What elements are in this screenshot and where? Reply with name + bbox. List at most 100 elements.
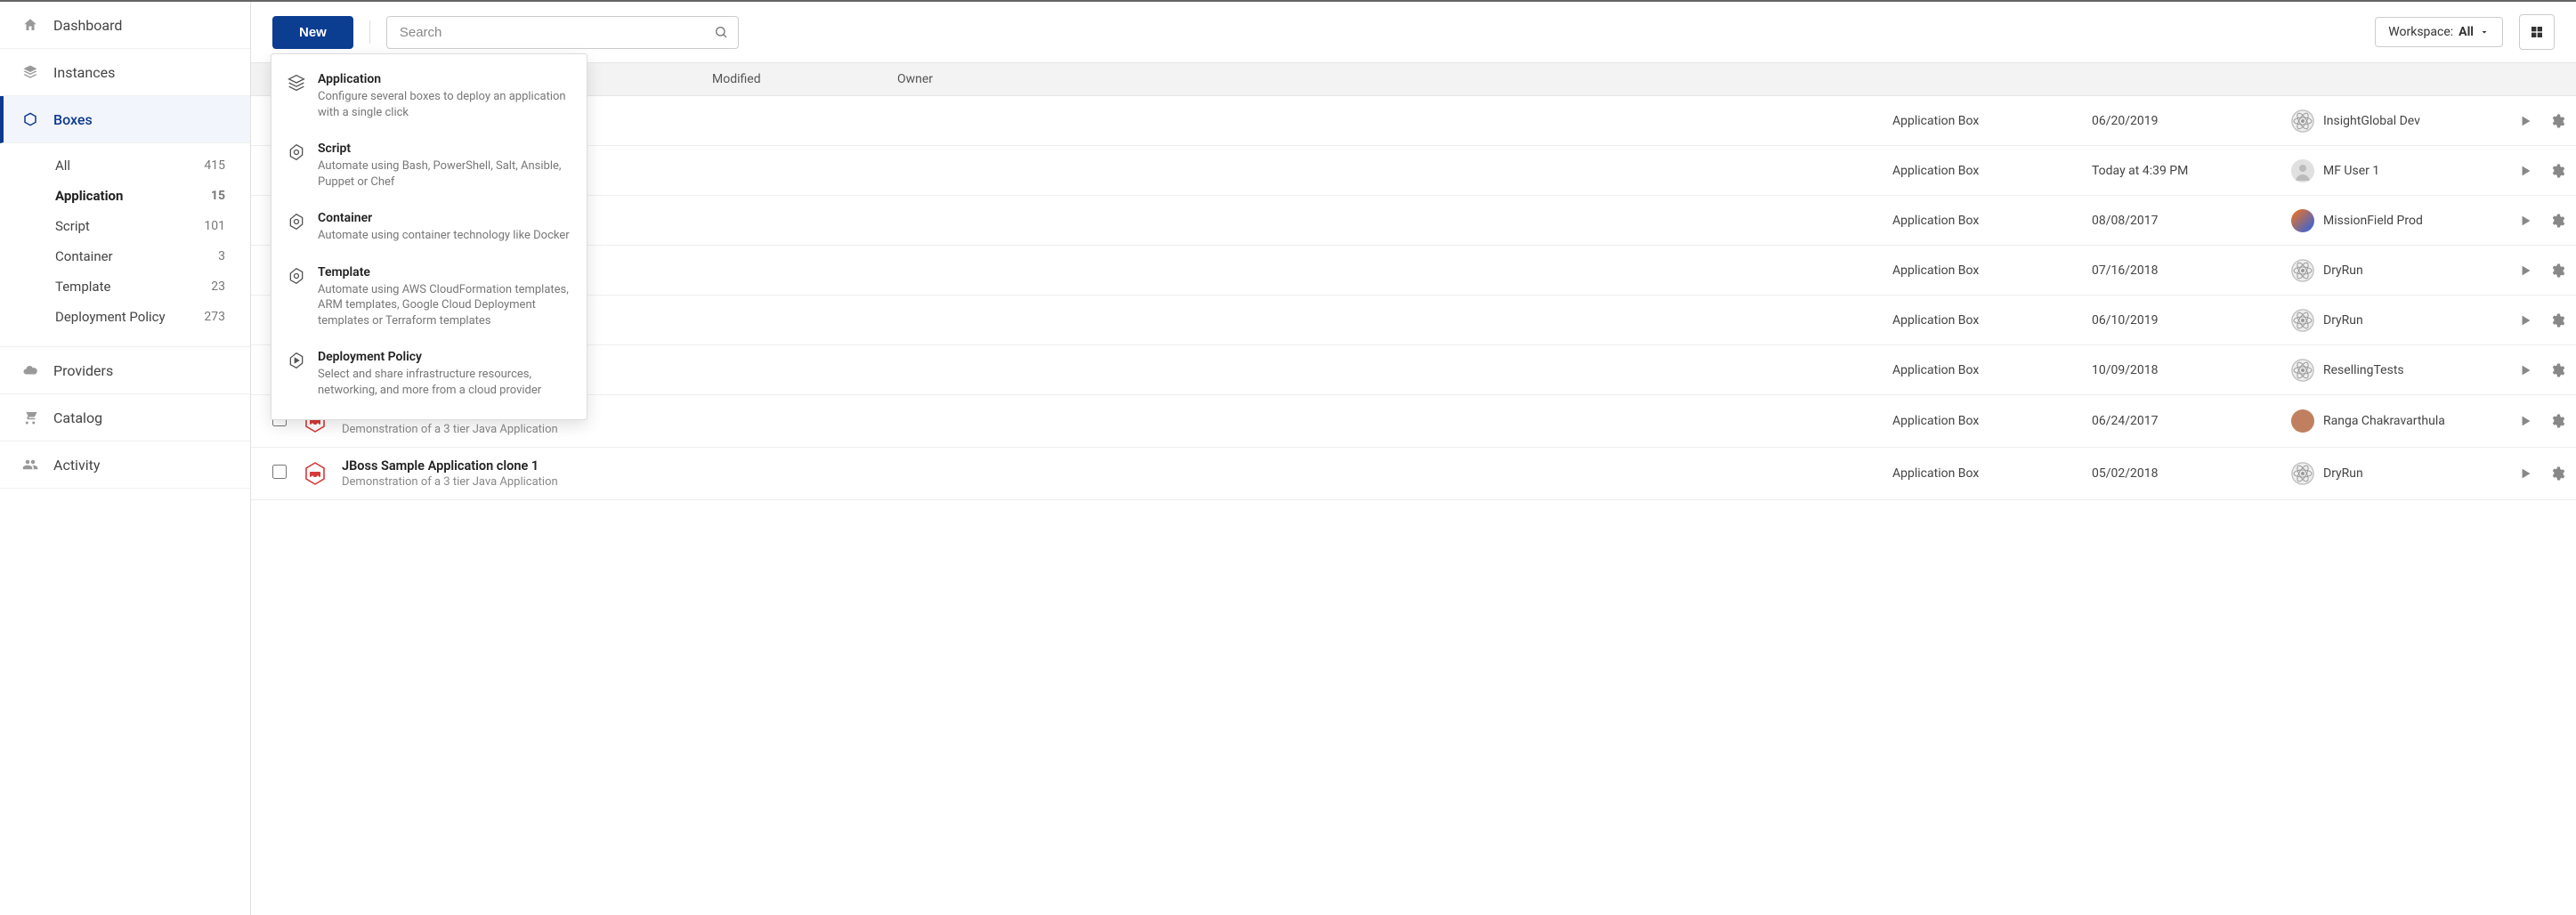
dropdown-item-container[interactable]: Container Automate using container techn… [271, 202, 587, 256]
sidebar-subitem-application[interactable]: Application 15 [0, 181, 250, 211]
row-modified: 06/10/2019 [2092, 313, 2277, 328]
sidebar-subitem-template[interactable]: Template 23 [0, 271, 250, 302]
row-type: Application Box [1892, 414, 2078, 428]
sidebar-subitem-container[interactable]: Container 3 [0, 241, 250, 271]
home-icon [21, 16, 39, 34]
row-modified: 06/20/2019 [2092, 114, 2277, 128]
run-button[interactable] [2519, 363, 2533, 377]
sidebar-subitem-count: 23 [211, 279, 225, 294]
search-input[interactable] [386, 16, 739, 49]
run-button[interactable] [2519, 466, 2533, 481]
dropdown-item-deployment-policy[interactable]: Deployment Policy Select and share infra… [271, 341, 587, 410]
settings-button[interactable] [2549, 413, 2565, 429]
avatar [2291, 359, 2314, 382]
sidebar-item-activity[interactable]: Activity [0, 441, 250, 489]
toolbar: New Workspace: All [251, 2, 2576, 62]
table-row[interactable]: JBoss Sample Application clone 1Demonstr… [251, 448, 2576, 500]
row-owner: DryRun [2291, 259, 2505, 282]
settings-button[interactable] [2549, 312, 2565, 328]
run-button[interactable] [2519, 263, 2533, 278]
settings-button[interactable] [2549, 163, 2565, 179]
owner-name: MF User 1 [2323, 164, 2379, 178]
sidebar-subitem-count: 3 [218, 249, 225, 263]
table-row[interactable]: Application BoxToday at 4:39 PMMF User 1 [251, 146, 2576, 196]
workspace-select[interactable]: Workspace: All [2375, 17, 2503, 47]
row-type: Application Box [1892, 263, 2078, 278]
layers-icon [21, 63, 39, 81]
sidebar-subitem-count: 415 [204, 158, 225, 173]
avatar [2291, 462, 2314, 485]
run-button[interactable] [2519, 114, 2533, 128]
table-body[interactable]: Application Box 06/20/2019 InsightGlobal D… [251, 96, 2576, 915]
row-actions [2519, 113, 2565, 129]
workspace-label: Workspace: [2388, 25, 2453, 39]
owner-name: InsightGlobal Dev [2323, 114, 2420, 128]
row-modified: 05/02/2018 [2092, 466, 2277, 481]
settings-button[interactable] [2549, 466, 2565, 482]
sidebar-item-boxes[interactable]: Boxes [0, 96, 250, 143]
layers-icon [288, 74, 305, 92]
sidebar-item-label: Catalog [53, 409, 102, 426]
run-button[interactable] [2519, 164, 2533, 178]
grid-view-button[interactable] [2519, 14, 2555, 50]
new-dropdown: Application Configure several boxes to d… [271, 53, 587, 420]
chevron-down-icon [2479, 27, 2490, 37]
owner-name: DryRun [2323, 263, 2363, 278]
sidebar-item-providers[interactable]: Providers [0, 347, 250, 394]
row-checkbox[interactable] [272, 465, 287, 479]
owner-name: DryRun [2323, 313, 2363, 328]
row-type: Application Box [1892, 466, 2078, 481]
new-button[interactable]: New [272, 16, 353, 49]
table-row[interactable]: Application Box07/16/2018DryRun [251, 246, 2576, 296]
search-icon [714, 25, 728, 39]
sidebar-subitem-all[interactable]: All 415 [0, 150, 250, 181]
sidebar-subitem-count: 273 [204, 310, 225, 324]
avatar [2291, 409, 2314, 433]
row-owner: DryRun [2291, 462, 2505, 485]
run-button[interactable] [2519, 313, 2533, 328]
workspace-value: All [2459, 25, 2474, 39]
row-subtitle: Demonstration of a 3 tier Java Applicati… [342, 475, 1878, 489]
settings-button[interactable] [2549, 263, 2565, 279]
column-header-modified[interactable]: Modified [712, 72, 897, 86]
avatar [2291, 259, 2314, 282]
sidebar-item-catalog[interactable]: Catalog [0, 394, 250, 441]
settings-button[interactable] [2549, 362, 2565, 378]
row-actions [2519, 213, 2565, 229]
row-type: Application Box [1892, 164, 2078, 178]
row-modified: 06/24/2017 [2092, 414, 2277, 428]
settings-button[interactable] [2549, 213, 2565, 229]
sidebar-item-instances[interactable]: Instances [0, 49, 250, 96]
row-type: Application Box [1892, 313, 2078, 328]
row-owner: Ranga Chakravarthula [2291, 409, 2505, 433]
column-header-owner[interactable]: Owner [897, 72, 2555, 86]
table-row[interactable]: Application Box06/20/2019InsightGlobal D… [251, 96, 2576, 146]
table-row[interactable]: Application Box10/09/2018ResellingTests [251, 345, 2576, 395]
table-row[interactable]: Application Box 06/10/2019 DryRun [251, 296, 2576, 345]
table-row[interactable]: JBoss Sample Application cloneDemonstrat… [251, 395, 2576, 448]
settings-button[interactable] [2549, 113, 2565, 129]
row-actions [2519, 466, 2565, 482]
run-button[interactable] [2519, 414, 2533, 428]
grid-icon [2530, 25, 2544, 39]
dropdown-item-script[interactable]: Script Automate using Bash, PowerShell, … [271, 133, 587, 202]
row-type: Application Box [1892, 214, 2078, 228]
sidebar: Dashboard Instances Boxes All 415 Applic… [0, 2, 251, 915]
run-button[interactable] [2519, 214, 2533, 228]
sidebar-subitem-script[interactable]: Script 101 [0, 211, 250, 241]
row-actions [2519, 163, 2565, 179]
row-owner: ResellingTests [2291, 359, 2505, 382]
divider [369, 20, 370, 44]
dropdown-item-template[interactable]: Template Automate using AWS CloudFormati… [271, 256, 587, 342]
owner-name: DryRun [2323, 466, 2363, 481]
sidebar-item-label: Dashboard [53, 17, 122, 34]
sidebar-subitem-deployment-policy[interactable]: Deployment Policy 273 [0, 302, 250, 332]
sidebar-item-dashboard[interactable]: Dashboard [0, 2, 250, 49]
avatar [2291, 109, 2314, 133]
table-row[interactable]: Application Box08/08/2017MissionField Pr… [251, 196, 2576, 246]
dropdown-item-application[interactable]: Application Configure several boxes to d… [271, 63, 587, 133]
dropdown-item-title: Deployment Policy [318, 350, 571, 364]
box-icon [303, 461, 328, 486]
avatar [2291, 209, 2314, 232]
dropdown-item-title: Application [318, 72, 571, 86]
